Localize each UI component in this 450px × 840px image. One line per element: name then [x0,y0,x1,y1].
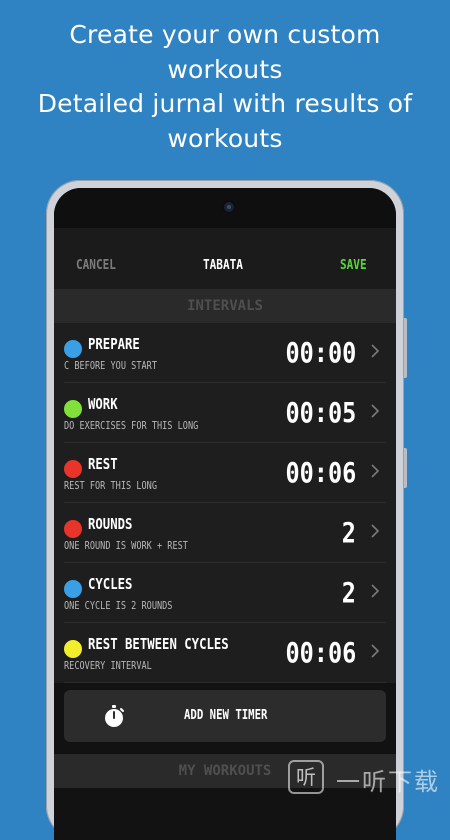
color-dot-icon [64,340,82,358]
color-dot-icon [64,460,82,478]
interval-value: 00:05 [285,396,356,429]
interval-row-rest[interactable]: REST REST FOR THIS LONG 00:06 [64,443,386,503]
app-screen: CANCEL TABATA SAVE INTERVALS PREPARE C B… [54,188,396,840]
interval-name: PREPARE [88,335,140,353]
chevron-right-icon [371,464,380,478]
interval-value: 2 [341,576,356,609]
interval-name: REST [88,455,118,473]
add-new-timer-label: ADD NEW TIMER [184,708,268,723]
stopwatch-icon [105,705,124,727]
interval-description: DO EXERCISES FOR THIS LONG [64,419,199,432]
color-dot-icon [64,520,82,538]
watermark: 听 一听下载 [286,758,450,798]
interval-row-prepare[interactable]: PREPARE C BEFORE YOU START 00:00 [64,323,386,383]
save-button[interactable]: SAVE [340,258,367,273]
interval-value: 00:06 [285,636,356,669]
add-new-timer-button[interactable]: ADD NEW TIMER [64,690,386,742]
chevron-right-icon [371,524,380,538]
promo-line: workouts [167,123,283,153]
interval-name: CYCLES [88,575,133,593]
interval-description: RECOVERY INTERVAL [64,659,152,672]
watermark-logo-icon: 听 [288,760,324,794]
page-title: TABATA [203,258,243,273]
front-camera-icon [224,202,234,212]
phone-volume-button [404,318,407,378]
interval-row-cycles[interactable]: CYCLES ONE CYCLE IS 2 ROUNDS 2 [64,563,386,623]
section-header-intervals: INTERVALS [54,289,396,323]
interval-value: 00:00 [285,336,356,369]
chevron-right-icon [371,584,380,598]
watermark-text: 一听下载 [336,768,440,796]
interval-row-rest-between-cycles[interactable]: REST BETWEEN CYCLES RECOVERY INTERVAL 00… [64,623,386,683]
color-dot-icon [64,580,82,598]
chevron-right-icon [371,404,380,418]
interval-name: REST BETWEEN CYCLES [88,635,229,653]
interval-name: WORK [88,395,118,413]
promo-line: Create your own custom [69,20,381,49]
color-dot-icon [64,640,82,658]
phone-frame: CANCEL TABATA SAVE INTERVALS PREPARE C B… [46,180,407,840]
interval-row-rounds[interactable]: ROUNDS ONE ROUND IS WORK + REST 2 [64,503,386,563]
interval-value: 2 [341,516,356,549]
promo-line: Detailed jurnal with results of [37,89,413,118]
chevron-right-icon [371,644,380,658]
interval-description: REST FOR THIS LONG [64,479,157,492]
color-dot-icon [64,400,82,418]
interval-value: 00:06 [285,456,356,489]
cancel-button[interactable]: CANCEL [76,258,116,273]
interval-description: ONE CYCLE IS 2 ROUNDS [64,599,173,612]
phone-power-button [404,448,407,488]
promo-text: Create your own custom workouts Detailed… [0,18,450,156]
interval-name: ROUNDS [88,515,133,533]
interval-description: C BEFORE YOU START [64,359,157,372]
chevron-right-icon [371,344,380,358]
intervals-list: PREPARE C BEFORE YOU START 00:00 WORK DO… [54,323,396,683]
interval-description: ONE ROUND IS WORK + REST [64,539,188,552]
interval-row-work[interactable]: WORK DO EXERCISES FOR THIS LONG 00:05 [64,383,386,443]
promo-line: workouts [167,54,283,84]
status-area [54,188,396,228]
